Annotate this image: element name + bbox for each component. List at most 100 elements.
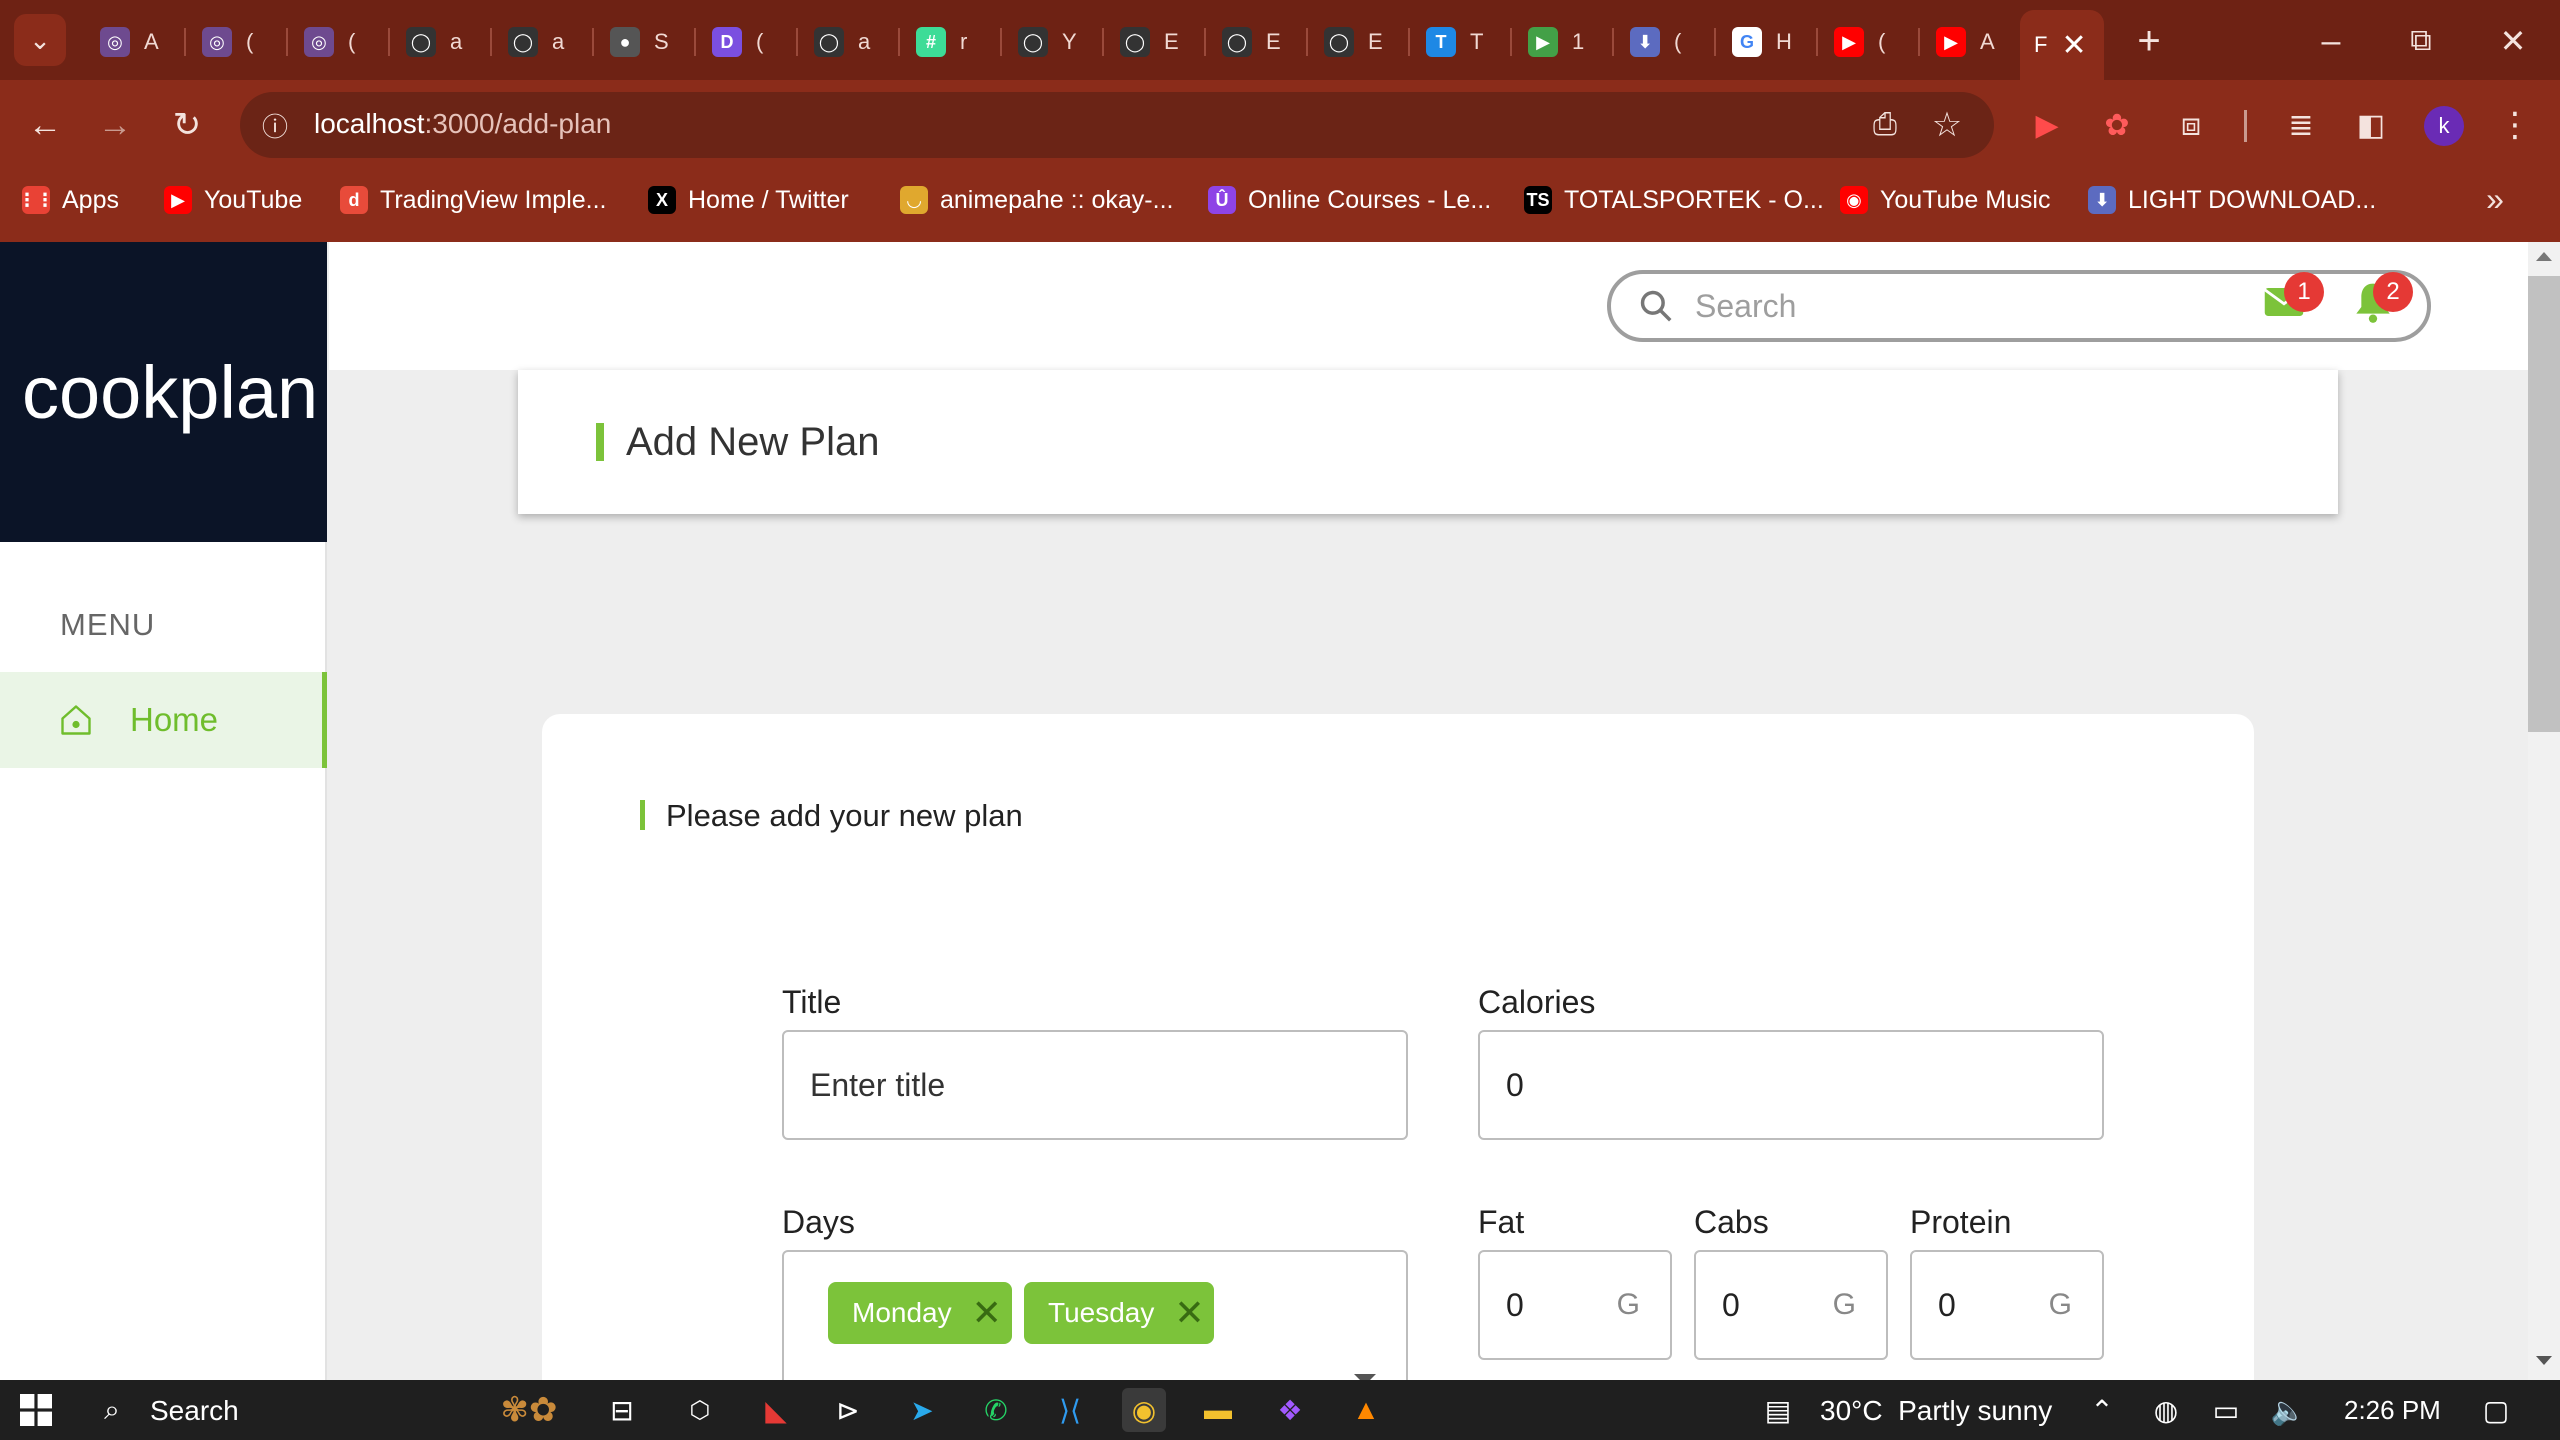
bookmark-item[interactable]: ▶ YouTube [164, 180, 302, 220]
browser-menu-icon[interactable]: ⋮ [2490, 100, 2540, 150]
tab-title: Y [1062, 29, 1077, 54]
tab-favicon-icon: ◯ [508, 27, 538, 57]
protein-field[interactable]: 0 G [1910, 1250, 2104, 1360]
tab-separator [1408, 28, 1410, 56]
bookmark-label: LIGHT DOWNLOAD... [2128, 185, 2377, 214]
browser-tab[interactable]: ⬇( [1616, 14, 1716, 70]
media-controls-icon[interactable]: ≣ [2276, 100, 2326, 150]
brand-logo[interactable]: cookplan [0, 242, 327, 542]
chrome-icon[interactable]: ◉ [1122, 1388, 1166, 1432]
profile-avatar[interactable]: k [2424, 106, 2464, 146]
windows-start-icon[interactable] [14, 1388, 58, 1432]
bookmark-label: Apps [62, 185, 119, 214]
bookmark-item[interactable]: d TradingView Imple... [340, 180, 607, 220]
scrollbar-thumb[interactable] [2528, 276, 2560, 732]
browser-tab[interactable]: # r [902, 14, 1002, 70]
vscode-icon[interactable]: ⟩⟨ [1048, 1388, 1092, 1432]
title-label: Title [782, 984, 842, 1020]
close-tab-icon[interactable]: ✕ [2061, 28, 2086, 63]
bookmark-item[interactable]: TS TOTALSPORTEK - O... [1524, 180, 1824, 220]
sidebar-item-home[interactable]: Home [0, 672, 327, 768]
tab-favicon-icon: ▶ [1834, 27, 1864, 57]
tab-favicon-icon: ◎ [304, 27, 334, 57]
hedgehog-widget-icon[interactable]: ✾✿ [474, 1388, 584, 1432]
browser-tab[interactable]: ◎ A [86, 14, 186, 70]
remove-chip-icon[interactable]: ✕ [972, 1295, 1002, 1331]
site-info-icon[interactable]: ⓘ [250, 100, 300, 150]
notifications-center-icon[interactable]: ▢ [2474, 1388, 2518, 1432]
fat-field[interactable]: 0 G [1478, 1250, 1672, 1360]
install-app-icon[interactable]: ⎙ [1860, 100, 1910, 150]
extensions-puzzle-icon[interactable]: ⧈ [2166, 100, 2216, 150]
telegram-icon[interactable]: ➤ [900, 1388, 944, 1432]
taskbar-search-label[interactable]: Search [150, 1395, 239, 1427]
day-chip[interactable]: Monday ✕ [828, 1282, 1012, 1344]
calories-field[interactable] [1478, 1030, 2104, 1140]
day-chip[interactable]: Tuesday ✕ [1024, 1282, 1214, 1344]
tab-favicon-icon: ◯ [1324, 27, 1354, 57]
whatsapp-icon[interactable]: ✆ [974, 1388, 1018, 1432]
tab-search-icon[interactable]: ⌄ [14, 14, 66, 66]
more-bookmarks-icon[interactable]: » [2470, 174, 2520, 224]
tab-active[interactable]: F ✕ [2020, 10, 2104, 80]
browser-tab[interactable]: ▶ A [1922, 14, 2022, 70]
volume-icon[interactable]: 🔈 [2266, 1388, 2310, 1432]
bookmark-item[interactable]: ◡ animepahe :: okay-... [900, 180, 1173, 220]
bookmark-item[interactable]: Û Online Courses - Le... [1208, 180, 1491, 220]
scroll-down-icon[interactable] [2536, 1356, 2552, 1365]
tray-chevron-icon[interactable]: ⌃ [2080, 1388, 2124, 1432]
protein-label: Protein [1910, 1204, 2012, 1240]
reload-icon[interactable]: ↻ [162, 100, 212, 150]
bookmark-favicon-icon: TS [1524, 186, 1552, 214]
browser-tab[interactable]: ◯ E [1310, 14, 1410, 70]
browser-tab[interactable]: ◯ a [494, 14, 594, 70]
browser-tab[interactable]: ◯ E [1106, 14, 1206, 70]
clock-time[interactable]: 2:26 PM [2344, 1395, 2441, 1426]
browser-tab[interactable]: ◯ a [392, 14, 492, 70]
url-text[interactable]: localhost:3000/add-plan [314, 108, 611, 140]
browser-tab[interactable]: ◯ E [1208, 14, 1308, 70]
bookmark-star-icon[interactable]: ☆ [1922, 100, 1972, 150]
task-view-icon[interactable]: ⊟ [600, 1388, 644, 1432]
scroll-up-icon[interactable] [2536, 252, 2552, 261]
vlc-icon[interactable]: ▲ [1344, 1388, 1388, 1432]
minimize-icon[interactable]: – [2306, 16, 2356, 66]
bookmark-item[interactable]: ⬇ LIGHT DOWNLOAD... [2088, 180, 2376, 220]
bookmark-item[interactable]: ⋮⋮ Apps [18, 180, 119, 220]
back-icon[interactable]: ← [20, 100, 70, 150]
browser-tab[interactable]: ◯ Y [1004, 14, 1104, 70]
title-field[interactable] [782, 1030, 1408, 1140]
browser-tab[interactable]: D( [698, 14, 798, 70]
restore-icon[interactable]: ⧉ [2396, 16, 2446, 66]
figma-icon[interactable]: ❖ [1268, 1388, 1312, 1432]
file-explorer-icon[interactable]: ▬ [1196, 1388, 1240, 1432]
app-icon-2[interactable]: ◣ [754, 1388, 798, 1432]
browser-tab[interactable]: ● S [596, 14, 696, 70]
browser-tab[interactable]: ◎( [290, 14, 390, 70]
tab-separator [796, 28, 798, 56]
extension-red-icon[interactable]: ▶ [2022, 100, 2072, 150]
cabs-field[interactable]: 0 G [1694, 1250, 1888, 1360]
browser-tab[interactable]: ◯ a [800, 14, 900, 70]
battery-icon[interactable]: ▭ [2204, 1388, 2248, 1432]
title-input[interactable] [810, 1066, 1406, 1104]
network-icon[interactable]: ◍ [2144, 1388, 2188, 1432]
side-panel-icon[interactable]: ◧ [2346, 100, 2396, 150]
extension-flower-icon[interactable]: ✿ [2092, 100, 2142, 150]
calories-input[interactable] [1506, 1066, 2102, 1104]
browser-tab[interactable]: ▶( [1820, 14, 1920, 70]
browser-tab[interactable]: TT [1412, 14, 1512, 70]
weather-text[interactable]: 30°C Partly sunny [1820, 1395, 2052, 1427]
taskbar-search-icon[interactable]: ⌕ [90, 1388, 134, 1432]
browser-tab[interactable]: GH [1718, 14, 1818, 70]
media-player-icon[interactable]: ⊳ [826, 1388, 870, 1432]
remove-chip-icon[interactable]: ✕ [1174, 1295, 1204, 1331]
bookmark-item[interactable]: ◉ YouTube Music [1840, 180, 2050, 220]
close-window-icon[interactable]: ✕ [2488, 16, 2538, 66]
app-icon-1[interactable]: ⬡ [678, 1388, 722, 1432]
forward-icon[interactable]: → [90, 100, 140, 150]
bookmark-item[interactable]: X Home / Twitter [648, 180, 849, 220]
new-tab-icon[interactable]: + [2124, 16, 2174, 66]
browser-tab[interactable]: ▶ 1 [1514, 14, 1614, 70]
browser-tab[interactable]: ◎( [188, 14, 288, 70]
